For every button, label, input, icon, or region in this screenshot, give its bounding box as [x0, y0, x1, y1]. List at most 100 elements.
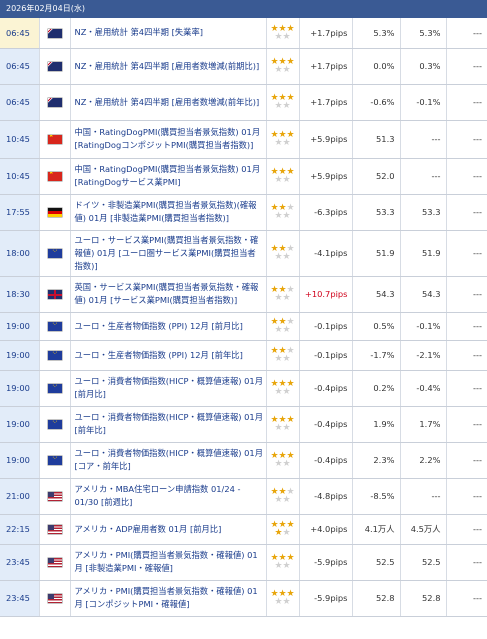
pips-change: -0.1pips [299, 312, 353, 341]
table-row[interactable]: 18:00 ユーロ・サービス業PMI(購買担当者景気指数・確報値) 01月 [ユー… [0, 230, 487, 277]
result-value: 1.9% [352, 406, 401, 443]
pips-change: +10.7pips [299, 276, 353, 313]
event-name-link[interactable]: ユーロ・サービス業PMI(購買担当者景気指数・確報値) 01月 [ユーロ圏サービ… [70, 230, 267, 277]
event-time: 06:45 [0, 84, 40, 121]
nz-flag-icon [47, 62, 62, 71]
cn-flag-icon [47, 135, 62, 144]
table-row[interactable]: 06:45 NZ・雇用統計 第4四半期 [失業率] ★★★ ★★ +1.7pips 5.3… [0, 18, 487, 49]
star-icon: ★ [274, 65, 283, 75]
table-row[interactable]: 19:00ユーロ・消費者物価指数(HICP・概算値速報) 01月 [前月比]★★… [0, 370, 487, 407]
table-row[interactable]: 23:45 アメリカ・PMI(購買担当者景気指数・確報値) 01月 [コンポジット… [0, 580, 487, 617]
table-row[interactable]: 17:55 ドイツ・非製造業PMI(購買担当者景気指数)(確報値) 01月 [非製… [0, 194, 487, 231]
country-flag-cell [39, 158, 71, 195]
country-flag-cell [39, 18, 71, 49]
event-name-link[interactable]: NZ・雇用統計 第4四半期 [失業率] [70, 18, 267, 49]
event-name-link[interactable]: ユーロ・消費者物価指数(HICP・概算値速報) 01月 [前月比] [70, 370, 267, 407]
event-name-link[interactable]: 中国・RatingDogPMI(購買担当者景気指数) 01月 [RatingDo… [70, 158, 267, 195]
previous-value: --- [446, 370, 487, 407]
de-flag-icon [47, 208, 62, 217]
event-name-link[interactable]: アメリカ・ADP雇用者数 01月 [前月比] [70, 514, 267, 545]
result-value: 0.0% [352, 48, 401, 85]
us-flag-icon [47, 492, 62, 501]
star-icon: ★ [274, 459, 283, 469]
event-time: 10:45 [0, 158, 40, 195]
table-row[interactable]: 22:15 アメリカ・ADP雇用者数 01月 [前月比] ★★★ ★★ +4.0pips… [0, 514, 487, 545]
event-name-link[interactable]: 英国・サービス業PMI(購買担当者景気指数・確報値) 01月 [サービス業PMI… [70, 276, 267, 313]
forecast-value: 5.3% [400, 18, 447, 49]
event-time: 23:45 [0, 544, 40, 581]
pips-change: +4.0pips [299, 514, 353, 545]
event-name-link[interactable]: 中国・RatingDogPMI(購買担当者景気指数) 01月 [RatingDo… [70, 120, 267, 159]
table-row[interactable]: 10:45 中国・RatingDogPMI(購買担当者景気指数) 01月 [Rat… [0, 158, 487, 195]
previous-value: --- [446, 18, 487, 49]
table-row[interactable]: 19:00ユーロ・消費者物価指数(HICP・概算値速報) 01月 [前年比]★★… [0, 406, 487, 443]
event-time: 06:45 [0, 48, 40, 85]
star-icon: ★ [274, 175, 283, 185]
event-time: 06:45 [0, 18, 40, 49]
nz-flag-icon [47, 98, 62, 107]
table-row[interactable]: 23:45 アメリカ・PMI(購買担当者景気指数・確報値) 01月 [非製造業PM… [0, 544, 487, 581]
result-value: 53.3 [352, 194, 401, 231]
country-flag-cell [39, 120, 71, 159]
importance-rating: ★★★ ★★ [266, 442, 300, 479]
star-icon: ★ [274, 325, 283, 335]
star-icon: ★ [282, 211, 291, 221]
forecast-value: 1.7% [400, 406, 447, 443]
previous-value: --- [446, 230, 487, 277]
star-icon: ★ [274, 252, 283, 262]
star-icon: ★ [274, 528, 283, 538]
star-icon: ★ [282, 252, 291, 262]
pips-change: -0.1pips [299, 340, 353, 371]
table-row[interactable]: 06:45 NZ・雇用統計 第4四半期 [雇用者数増減(前期比)] ★★★ ★★ +1.… [0, 48, 487, 85]
pips-change: +1.7pips [299, 84, 353, 121]
event-time: 10:45 [0, 120, 40, 159]
event-time: 22:15 [0, 514, 40, 545]
importance-rating: ★★★ ★★ [266, 18, 300, 49]
result-value: 5.3% [352, 18, 401, 49]
table-row[interactable]: 10:45 中国・RatingDogPMI(購買担当者景気指数) 01月 [Rat… [0, 120, 487, 159]
previous-value: --- [446, 120, 487, 159]
event-name-link[interactable]: NZ・雇用統計 第4四半期 [雇用者数増減(前年比)] [70, 84, 267, 121]
cn-flag-icon [47, 172, 62, 181]
table-row[interactable]: 19:00ユーロ・生産者物価指数 (PPI) 12月 [前月比]★★★★★-0.… [0, 312, 487, 341]
country-flag-cell [39, 544, 71, 581]
result-value: 4.1万人 [352, 514, 401, 545]
previous-value: --- [446, 514, 487, 545]
eu-flag-icon [47, 351, 62, 360]
result-value: 0.2% [352, 370, 401, 407]
country-flag-cell [39, 406, 71, 443]
table-row[interactable]: 21:00 アメリカ・MBA住宅ローン申請指数 01/24 - 01/30 [前週… [0, 478, 487, 515]
event-name-link[interactable]: アメリカ・PMI(購買担当者景気指数・確報値) 01月 [コンポジットPMI・確… [70, 580, 267, 617]
country-flag-cell [39, 580, 71, 617]
pips-change: -4.1pips [299, 230, 353, 277]
star-icon: ★ [274, 495, 283, 505]
pips-change: -5.9pips [299, 580, 353, 617]
event-name-link[interactable]: ドイツ・非製造業PMI(購買担当者景気指数)(確報値) 01月 [非製造業PMI… [70, 194, 267, 231]
result-value: -1.7% [352, 340, 401, 371]
pips-change: +1.7pips [299, 48, 353, 85]
table-row[interactable]: 19:00 ユーロ・消費者物価指数(HICP・概算値速報) 01月 [コア・前年比… [0, 442, 487, 479]
table-row[interactable]: 18:30 英国・サービス業PMI(購買担当者景気指数・確報値) 01月 [サービ… [0, 276, 487, 313]
event-name-link[interactable]: ユーロ・消費者物価指数(HICP・概算値速報) 01月 [前年比] [70, 406, 267, 443]
event-name-link[interactable]: ユーロ・消費者物価指数(HICP・概算値速報) 01月 [コア・前年比] [70, 442, 267, 479]
previous-value: --- [446, 84, 487, 121]
star-icon: ★ [282, 293, 291, 303]
table-row[interactable]: 06:45 NZ・雇用統計 第4四半期 [雇用者数増減(前年比)] ★★★ ★★ +1.… [0, 84, 487, 121]
importance-rating: ★★★ ★★ [266, 84, 300, 121]
table-row[interactable]: 19:00 ユーロ・生産者物価指数 (PPI) 12月 [前年比]★★★★★-0.… [0, 340, 487, 371]
event-name-link[interactable]: NZ・雇用統計 第4四半期 [雇用者数増減(前期比)] [70, 48, 267, 85]
event-name-link[interactable]: ユーロ・生産者物価指数 (PPI) 12月 [前月比] [70, 312, 267, 341]
event-time: 17:55 [0, 194, 40, 231]
importance-rating: ★★★ ★★ [266, 340, 300, 371]
previous-value: --- [446, 276, 487, 313]
event-name-link[interactable]: アメリカ・MBA住宅ローン申請指数 01/24 - 01/30 [前週比] [70, 478, 267, 515]
eu-flag-icon [47, 249, 62, 258]
event-name-link[interactable]: ユーロ・生産者物価指数 (PPI) 12月 [前年比] [70, 340, 267, 371]
importance-rating: ★★★ ★★ [266, 194, 300, 231]
star-icon: ★ [282, 325, 291, 335]
event-name-link[interactable]: アメリカ・PMI(購買担当者景気指数・確報値) 01月 [非製造業PMI・確報値… [70, 544, 267, 581]
forecast-value: 2.2% [400, 442, 447, 479]
country-flag-cell [39, 84, 71, 121]
importance-rating: ★★★ ★★ [266, 312, 300, 341]
result-value: 51.9 [352, 230, 401, 277]
